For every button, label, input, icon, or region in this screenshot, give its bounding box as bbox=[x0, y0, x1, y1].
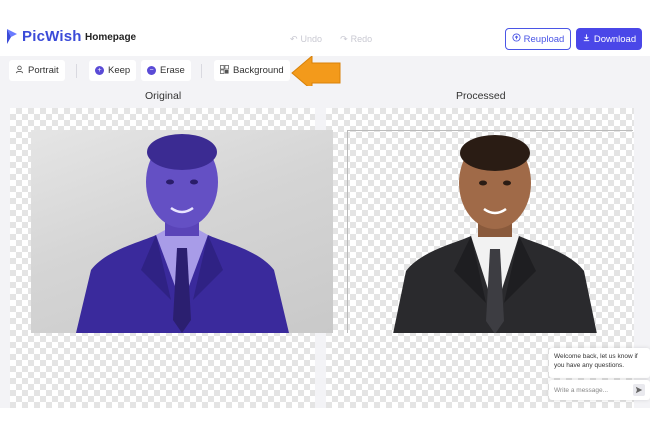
nav-homepage-link[interactable]: Homepage bbox=[85, 32, 136, 43]
original-panel-title: Original bbox=[145, 90, 182, 102]
chat-welcome-message: Welcome back, let us know if you have an… bbox=[549, 348, 650, 378]
undo-icon: ↶ bbox=[290, 34, 298, 44]
send-icon[interactable] bbox=[633, 384, 645, 396]
original-photo bbox=[31, 130, 333, 333]
background-label: Background bbox=[233, 65, 284, 76]
picwish-logo[interactable]: PicWish bbox=[6, 28, 82, 45]
chat-message-input[interactable]: Write a message... bbox=[549, 380, 650, 400]
redo-label: Redo bbox=[350, 34, 373, 44]
picwish-logo-icon bbox=[6, 28, 18, 45]
download-button[interactable]: Download bbox=[576, 28, 642, 50]
undo-redo-group: ↶ Undo ↷ Redo bbox=[290, 34, 372, 45]
download-icon bbox=[582, 33, 591, 45]
minus-circle-icon: − bbox=[147, 66, 156, 75]
toolbar-divider bbox=[76, 64, 77, 78]
upload-cloud-icon bbox=[512, 33, 521, 45]
person-icon bbox=[15, 65, 24, 77]
plus-circle-icon: + bbox=[95, 66, 104, 75]
reupload-label: Reupload bbox=[523, 33, 565, 45]
erase-button[interactable]: − Erase bbox=[141, 60, 191, 81]
redo-icon: ↷ bbox=[340, 34, 348, 44]
undo-button[interactable]: ↶ Undo bbox=[290, 34, 322, 45]
chat-input-placeholder: Write a message... bbox=[554, 386, 609, 394]
portrait-label: Portrait bbox=[28, 65, 59, 76]
toolbar-divider bbox=[201, 64, 202, 78]
reupload-button[interactable]: Reupload bbox=[505, 28, 571, 50]
keep-label: Keep bbox=[108, 65, 131, 76]
background-button[interactable]: Background bbox=[214, 60, 290, 81]
processed-panel-title: Processed bbox=[456, 90, 506, 102]
redo-button[interactable]: ↷ Redo bbox=[340, 34, 372, 45]
erase-label: Erase bbox=[160, 65, 185, 76]
app-name: PicWish bbox=[22, 28, 82, 45]
portrait-button[interactable]: Portrait bbox=[9, 60, 65, 81]
background-grid-icon bbox=[220, 64, 229, 77]
processed-photo bbox=[347, 130, 633, 333]
download-label: Download bbox=[593, 33, 637, 45]
undo-label: Undo bbox=[300, 34, 323, 44]
top-header: PicWish Homepage ↶ Undo ↷ Redo Reupload Do… bbox=[0, 22, 650, 56]
keep-button[interactable]: + Keep bbox=[89, 60, 137, 81]
